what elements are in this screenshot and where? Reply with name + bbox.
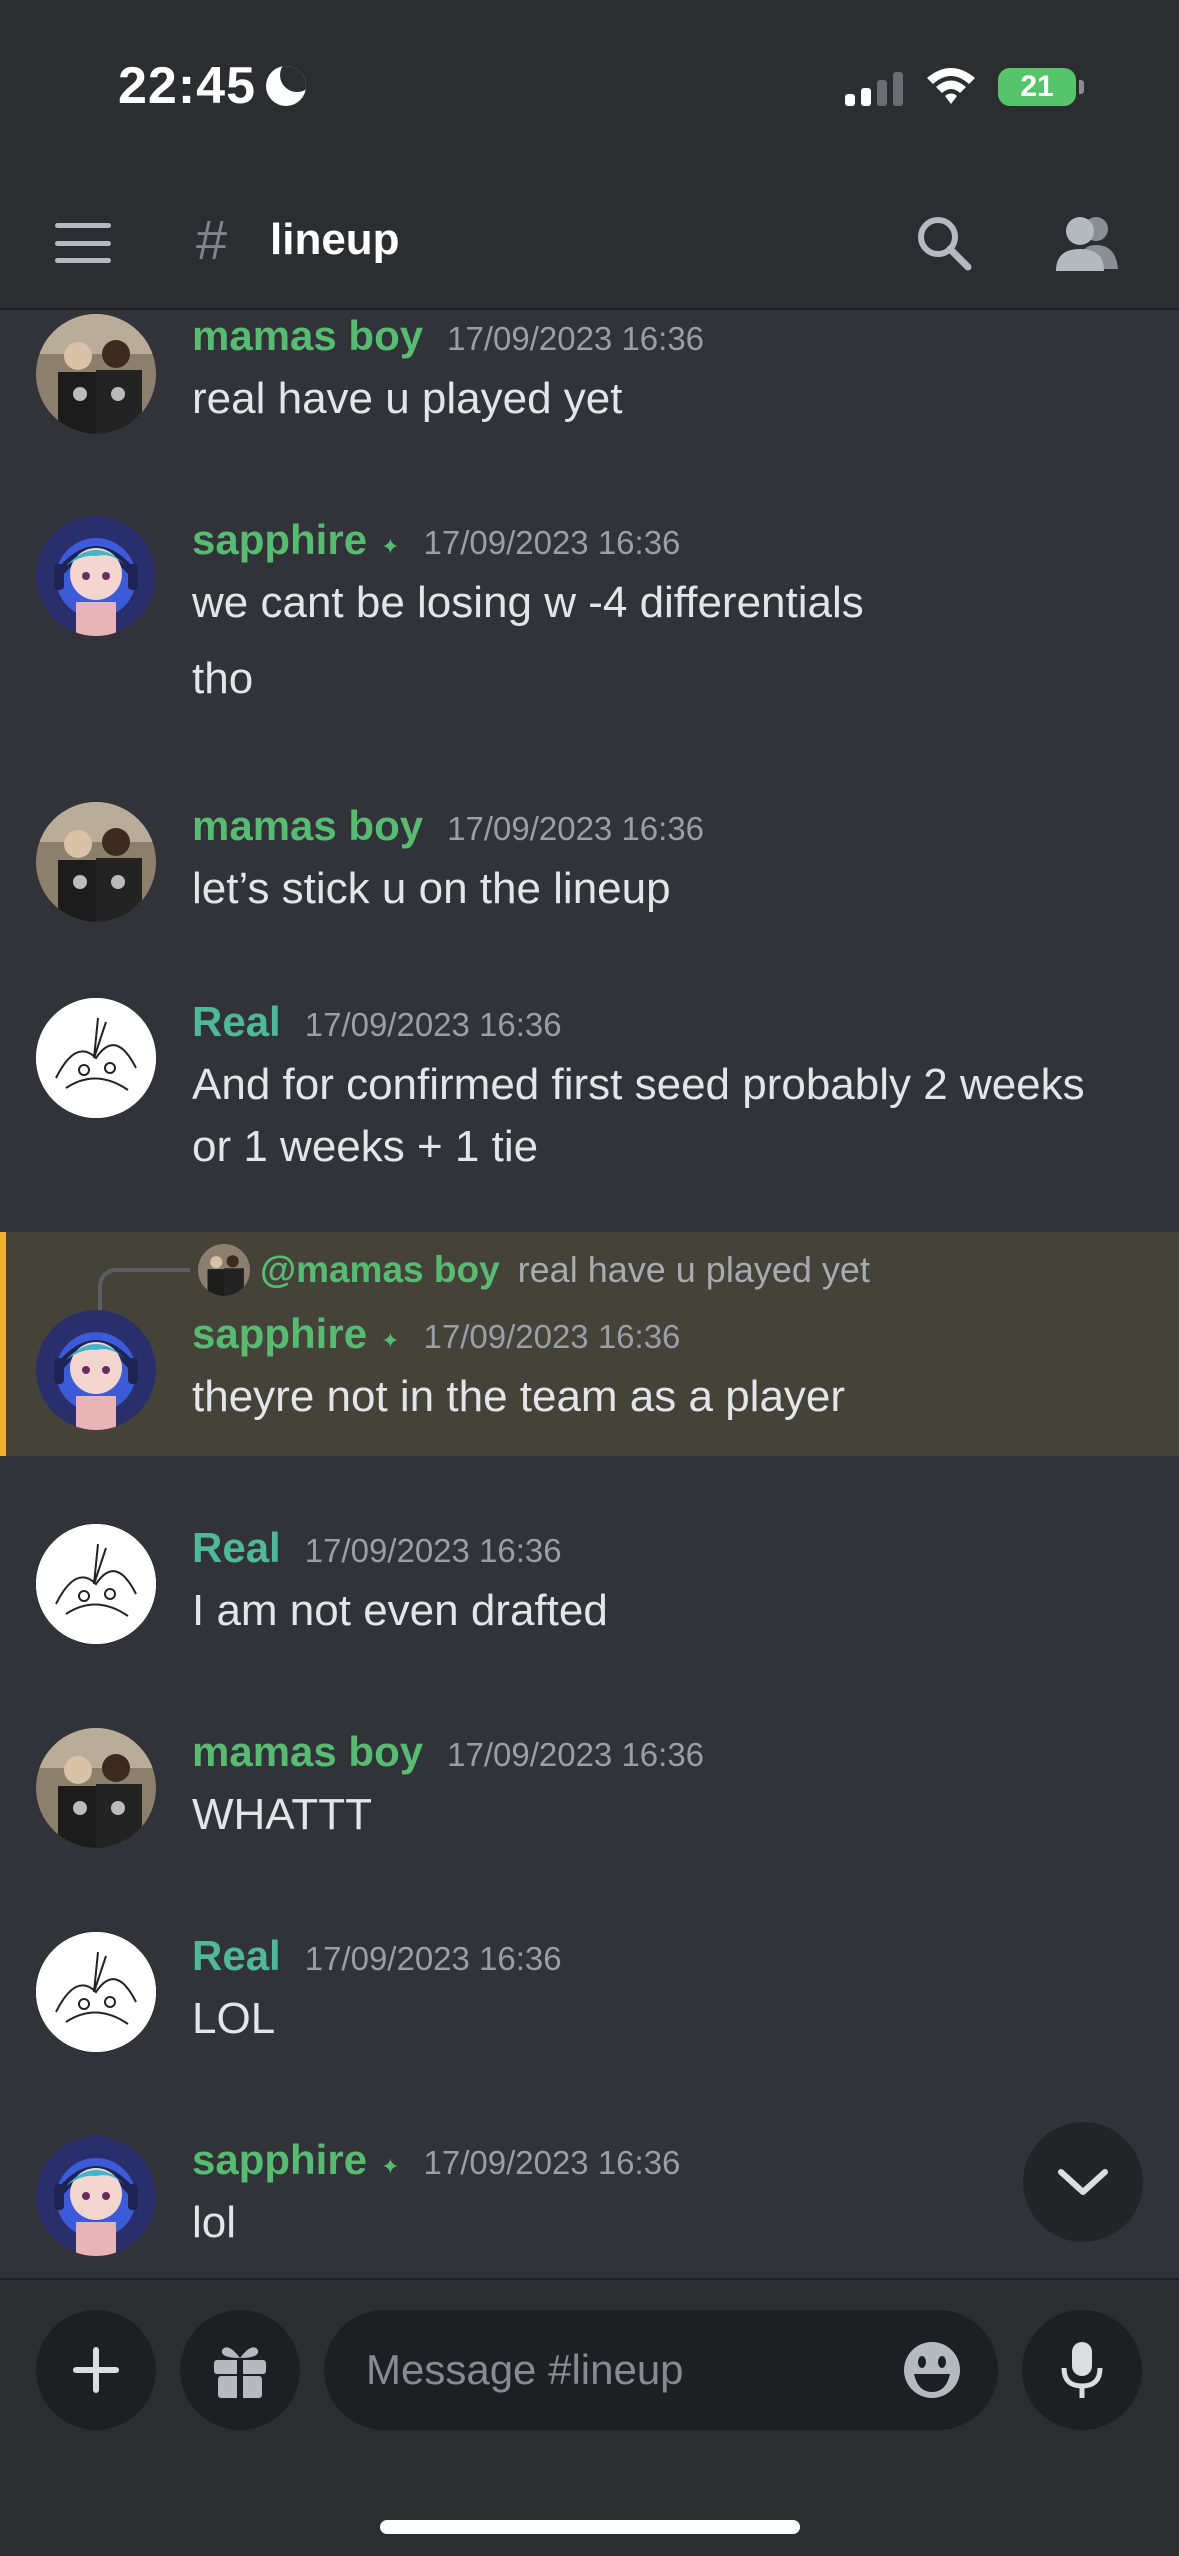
message-text: let’s stick u on the lineup xyxy=(192,864,671,913)
message-item[interactable]: sapphire ✦ 17/09/2023 16:36 we cant be los… xyxy=(0,504,1179,754)
message-timestamp: 17/09/2023 16:36 xyxy=(423,524,681,561)
cellular-signal-icon xyxy=(845,72,903,106)
avatar[interactable] xyxy=(36,1310,156,1430)
moon-icon xyxy=(266,66,306,106)
message-username[interactable]: Real xyxy=(192,1524,281,1572)
message-text: theyre not in the team as a player xyxy=(192,1372,846,1421)
message-item[interactable]: Real 17/09/2023 16:36 LOL xyxy=(0,1920,1179,2090)
status-time-text: 22:45 xyxy=(118,57,256,115)
message-timestamp: 17/09/2023 16:36 xyxy=(423,1318,681,1355)
message-item[interactable]: Real 17/09/2023 16:36 I am not even draft… xyxy=(0,1512,1179,1682)
chevron-down-icon xyxy=(1058,2169,1108,2195)
battery-level: 21 xyxy=(1020,70,1054,103)
message-item[interactable]: sapphire ✦ 17/09/2023 16:36 lol xyxy=(0,2124,1179,2278)
menu-icon[interactable] xyxy=(55,223,111,263)
home-indicator xyxy=(380,2520,800,2534)
channel-header: # lineup xyxy=(0,175,1179,310)
message-text: or 1 weeks + 1 tie xyxy=(192,1122,539,1171)
reply-username[interactable]: @mamas boy xyxy=(260,1249,500,1291)
message-item[interactable]: mamas boy 17/09/2023 16:36 real have u pl… xyxy=(0,312,1179,468)
message-username[interactable]: mamas boy xyxy=(192,802,423,850)
status-time: 22:45 xyxy=(118,56,306,116)
message-text: WHATTT xyxy=(192,1790,373,1839)
message-item-mention[interactable]: @mamas boy real have u played yet sapphi… xyxy=(0,1232,1179,1456)
battery-indicator: 21 xyxy=(998,68,1084,106)
message-item[interactable]: mamas boy 17/09/2023 16:36 let’s stick u … xyxy=(0,790,1179,960)
reply-reference[interactable]: @mamas boy real have u played yet xyxy=(198,1240,870,1300)
avatar[interactable] xyxy=(36,1524,156,1644)
message-username[interactable]: mamas boy xyxy=(192,1728,423,1776)
add-attachment-button[interactable] xyxy=(36,2310,156,2430)
channel-name[interactable]: lineup xyxy=(270,215,400,265)
gift-button[interactable] xyxy=(180,2310,300,2430)
avatar[interactable] xyxy=(36,998,156,1118)
message-username[interactable]: sapphire xyxy=(192,2136,367,2184)
message-input-wrapper xyxy=(324,2310,998,2430)
message-input[interactable] xyxy=(366,2346,846,2394)
reply-avatar xyxy=(198,1244,250,1296)
reply-text: real have u played yet xyxy=(517,1249,870,1290)
message-username[interactable]: sapphire xyxy=(192,516,367,564)
gift-icon xyxy=(214,2347,266,2400)
message-text: I am not even drafted xyxy=(192,1586,608,1635)
mic-icon xyxy=(1061,2342,1103,2398)
message-text: And for confirmed first seed probably 2 … xyxy=(192,1060,1085,1109)
avatar[interactable] xyxy=(36,802,156,922)
message-username[interactable]: sapphire xyxy=(192,1310,367,1358)
emoji-icon[interactable] xyxy=(900,2338,964,2402)
message-text: real have u played yet xyxy=(192,374,623,423)
channel-hash-icon: # xyxy=(196,208,228,271)
message-item[interactable]: Real 17/09/2023 16:36 And for confirmed f… xyxy=(0,986,1179,1206)
message-timestamp: 17/09/2023 16:36 xyxy=(447,810,705,847)
message-timestamp: 17/09/2023 16:36 xyxy=(304,1940,562,1977)
message-timestamp: 17/09/2023 16:36 xyxy=(423,2144,681,2181)
message-username[interactable]: mamas boy xyxy=(192,312,423,360)
avatar[interactable] xyxy=(36,1728,156,1848)
message-username[interactable]: Real xyxy=(192,1932,281,1980)
members-icon[interactable] xyxy=(1052,211,1122,275)
message-timestamp: 17/09/2023 16:36 xyxy=(304,1006,562,1043)
server-badge-icon: ✦ xyxy=(381,534,400,559)
voice-message-button[interactable] xyxy=(1022,2310,1142,2430)
avatar[interactable] xyxy=(36,516,156,636)
plus-icon xyxy=(73,2347,119,2393)
message-text: we cant be losing w -4 differentials xyxy=(192,578,864,627)
message-username[interactable]: Real xyxy=(192,998,281,1046)
message-timestamp: 17/09/2023 16:36 xyxy=(447,1736,705,1773)
message-timestamp: 17/09/2023 16:36 xyxy=(447,320,705,357)
server-badge-icon: ✦ xyxy=(381,1328,400,1353)
wifi-icon xyxy=(927,68,975,104)
avatar[interactable] xyxy=(36,2136,156,2256)
message-text: LOL xyxy=(192,1994,276,2043)
status-bar: 22:45 21 xyxy=(0,0,1179,175)
avatar[interactable] xyxy=(36,314,156,434)
message-item[interactable]: mamas boy 17/09/2023 16:36 WHATTT xyxy=(0,1716,1179,1886)
server-badge-icon: ✦ xyxy=(381,2154,400,2179)
jump-to-latest-button[interactable] xyxy=(1023,2122,1143,2242)
message-text: lol xyxy=(192,2198,237,2247)
reply-connector xyxy=(98,1268,190,1316)
message-timestamp: 17/09/2023 16:36 xyxy=(304,1532,562,1569)
avatar[interactable] xyxy=(36,1932,156,2052)
message-composer xyxy=(0,2278,1179,2556)
search-icon[interactable] xyxy=(912,211,976,275)
message-list[interactable]: mamas boy 17/09/2023 16:36 real have u pl… xyxy=(0,312,1179,2278)
message-text: tho xyxy=(192,654,254,703)
